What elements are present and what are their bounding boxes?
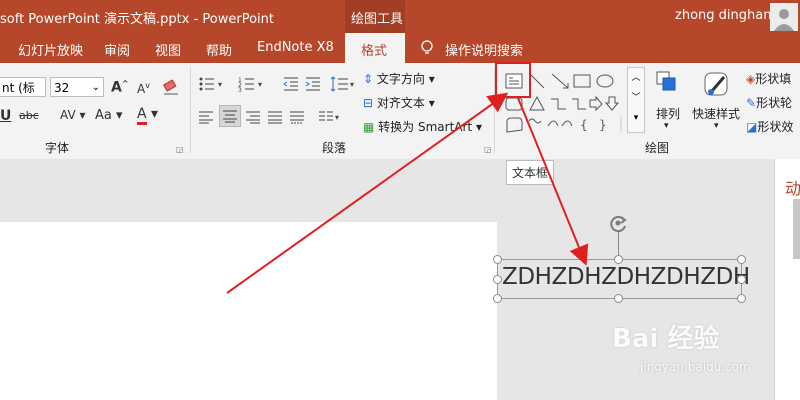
annotation-arrow-to-textbox — [517, 97, 589, 266]
annotation-arrow-to-button — [226, 92, 509, 294]
annotation-arrows — [226, 92, 589, 294]
